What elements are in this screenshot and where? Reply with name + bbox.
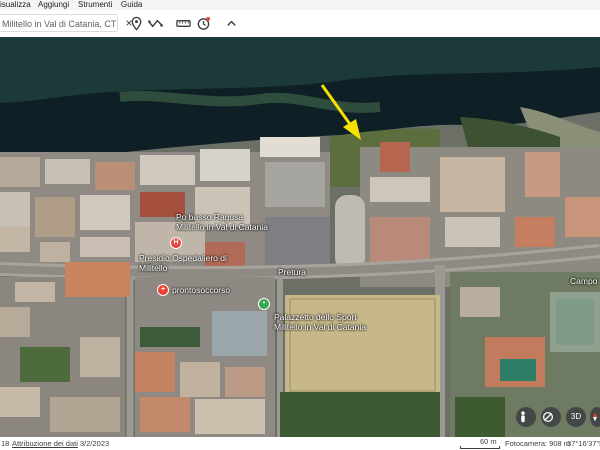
poi-label-presidio[interactable]: Presidio Ospedaliero di Militello xyxy=(139,253,227,273)
compass-icon[interactable] xyxy=(590,407,600,427)
poi-label-campo[interactable]: Campo xyxy=(570,276,597,286)
3d-toggle-button[interactable]: 3D xyxy=(566,407,586,427)
ruler-icon[interactable] xyxy=(176,16,191,31)
pegman-icon[interactable] xyxy=(516,407,536,427)
emergency-pin-icon[interactable]: + xyxy=(157,284,169,296)
menu-view[interactable]: isualizza xyxy=(0,0,31,10)
map-imagery xyxy=(0,37,600,437)
menu-bar: isualizza Aggiungi Strumenti Guida xyxy=(0,0,600,10)
data-attribution-link[interactable]: Attribuzione dei dati xyxy=(12,437,78,450)
poi-label-presidio-text: Presidio Ospedaliero di Militello xyxy=(139,253,227,273)
rotate-icon[interactable] xyxy=(541,407,561,427)
chevron-up-icon[interactable] xyxy=(224,16,239,31)
camera-altitude: Fotocamera: 908 m xyxy=(505,439,571,448)
path-icon[interactable] xyxy=(148,16,163,31)
search-input[interactable]: Militello in Val di Catania, CT xyxy=(0,14,118,32)
poi-label-ragusa[interactable]: Po basso Ragusa Militello in Val di Cata… xyxy=(176,212,268,232)
poi-label-pronto[interactable]: prontosoccorso xyxy=(172,285,230,295)
hospital-pin-icon[interactable]: H xyxy=(170,237,182,249)
pin-icon[interactable] xyxy=(129,16,144,31)
poi-label-ragusa-text: Po basso Ragusa Militello in Val di Cata… xyxy=(176,212,268,232)
toolbar: Militello in Val di Catania, CT × xyxy=(0,10,600,38)
history-icon[interactable] xyxy=(196,16,211,31)
poi-label-palazzetto[interactable]: Palazzetto dello Sport Militello in Val … xyxy=(274,312,366,332)
menu-help[interactable]: Guida xyxy=(121,0,142,10)
poi-label-palazzetto-text: Palazzetto dello Sport Militello in Val … xyxy=(274,312,366,332)
menu-add[interactable]: Aggiungi xyxy=(38,0,69,10)
satellite-map[interactable]: Po basso Ragusa Militello in Val di Cata… xyxy=(0,37,600,437)
zoom-level: 18 xyxy=(1,439,10,448)
imagery-date: 3/2/2023 xyxy=(80,439,110,448)
status-bar: 18 Attribuzione dei dati 3/2/2023 60 m F… xyxy=(0,437,600,450)
coordinates: 37°16'37"N xyxy=(567,439,600,448)
menu-tools[interactable]: Strumenti xyxy=(78,0,112,10)
sports-pin-icon[interactable]: • xyxy=(258,298,270,310)
poi-label-pretura[interactable]: Pretura xyxy=(278,267,306,277)
scale-bar xyxy=(460,446,500,449)
